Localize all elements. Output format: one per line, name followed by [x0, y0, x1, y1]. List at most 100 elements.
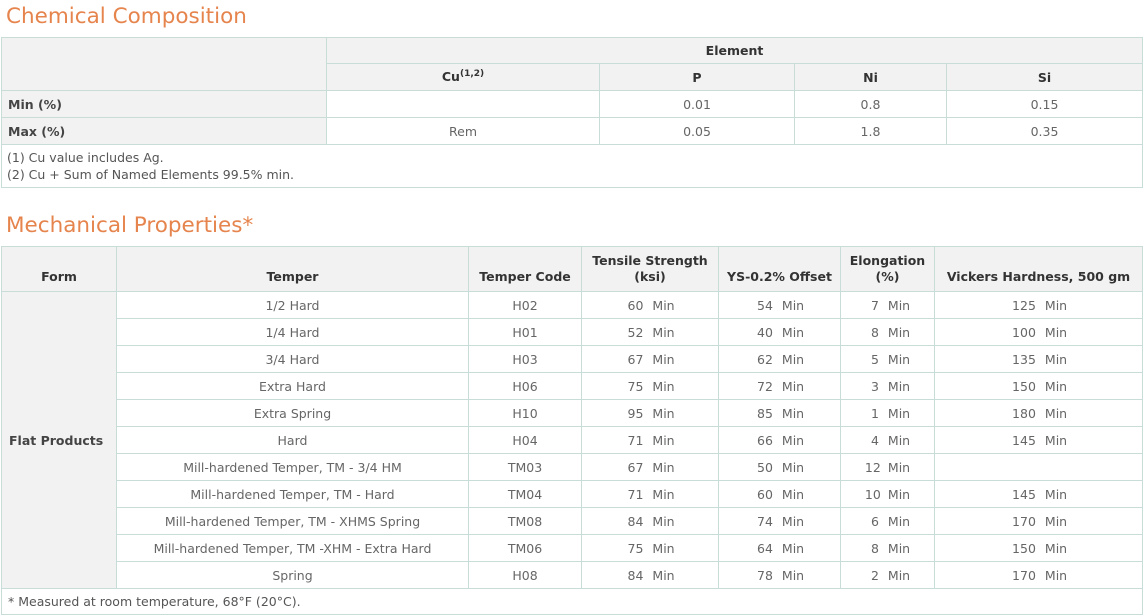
- min-label: Min: [781, 378, 805, 394]
- min-label: Min: [781, 432, 805, 448]
- col-header-elongation: Elongation (%): [840, 246, 935, 292]
- table-row: Extra Hard H06 75 Min 72 Min 3 Min 150 Min: [2, 372, 1143, 400]
- table-row: 3/4 Hard H03 67 Min 62 Min 5 Min 135 Min: [2, 345, 1143, 373]
- ys-cell: 74 Min: [718, 507, 841, 535]
- elongation-cell: 8 Min: [840, 318, 935, 346]
- min-label: Min: [652, 324, 675, 340]
- tensile-cell-value: 71: [627, 486, 644, 502]
- min-label: Min: [1044, 432, 1068, 448]
- chemical-composition-table: Element Cu(1,2) P Ni Si Min (%) 0.01 0.8…: [1, 37, 1143, 188]
- elongation-cell-value: 1: [870, 405, 879, 421]
- temper-cell: 1/4 Hard: [116, 318, 469, 346]
- cell-p: 0.01: [599, 90, 795, 118]
- elongation-cell-value: 12: [864, 459, 881, 475]
- temper-code-cell: H04: [468, 426, 582, 454]
- min-label: Min: [652, 297, 675, 313]
- min-label: Min: [652, 378, 675, 394]
- tensile-cell-value: 52: [627, 324, 644, 340]
- ys-cell: 62 Min: [718, 345, 841, 373]
- min-label: Min: [652, 405, 675, 421]
- hardness-cell: 150 Min: [934, 534, 1143, 562]
- hardness-cell: 145 Min: [934, 426, 1143, 454]
- min-label: Min: [652, 486, 675, 502]
- tensile-cell: 71 Min: [581, 480, 719, 508]
- temper-code-cell: TM03: [468, 453, 582, 481]
- elongation-cell-value: 8: [870, 324, 879, 340]
- min-label: Min: [1044, 297, 1068, 313]
- tensile-cell-value: 71: [627, 432, 644, 448]
- cell-si: 0.35: [946, 117, 1143, 145]
- hardness-cell: 180 Min: [934, 399, 1143, 427]
- row-label-max: Max (%): [1, 117, 327, 145]
- temper-cell: Mill-hardened Temper, TM - 3/4 HM: [116, 453, 469, 481]
- table-row: Max (%) Rem 0.05 1.8 0.35: [1, 117, 1143, 145]
- elongation-cell: 12 Min: [840, 453, 935, 481]
- col-header-temper-code: Temper Code: [468, 246, 582, 292]
- temper-cell: Mill-hardened Temper, TM - XHMS Spring: [116, 507, 469, 535]
- min-label: Min: [781, 540, 805, 556]
- min-label: Min: [781, 567, 805, 583]
- hardness-cell: 125 Min: [934, 291, 1143, 319]
- cell-si: 0.15: [946, 90, 1143, 118]
- ys-cell-value: 64: [757, 540, 773, 556]
- min-label: Min: [652, 513, 675, 529]
- hardness-cell: 150 Min: [934, 372, 1143, 400]
- col-header-tensile: Tensile Strength (ksi): [581, 246, 719, 292]
- note-2: (2) Cu + Sum of Named Elements 99.5% min…: [7, 167, 295, 182]
- hardness-cell: [934, 453, 1143, 481]
- temper-cell: Hard: [116, 426, 469, 454]
- col-header-hardness: Vickers Hardness, 500 gm: [934, 246, 1143, 292]
- elongation-cell: 2 Min: [840, 561, 935, 589]
- tensile-cell: 67 Min: [581, 453, 719, 481]
- elongation-cell-value: 3: [870, 378, 879, 394]
- min-label: Min: [1044, 540, 1068, 556]
- hardness-cell-value: 135: [1012, 351, 1036, 367]
- chem-corner-header: [1, 37, 327, 91]
- ys-cell: 60 Min: [718, 480, 841, 508]
- ys-cell-value: 74: [757, 513, 773, 529]
- ys-cell-value: 78: [757, 567, 773, 583]
- table-row: Mill-hardened Temper, TM - XHMS Spring TM…: [2, 507, 1143, 535]
- tensile-cell-value: 67: [627, 459, 644, 475]
- min-label: Min: [887, 540, 911, 556]
- ys-cell: 54 Min: [718, 291, 841, 319]
- tensile-cell: 84 Min: [581, 561, 719, 589]
- min-label: Min: [652, 351, 675, 367]
- elongation-cell: 8 Min: [840, 534, 935, 562]
- min-label: Min: [1044, 405, 1068, 421]
- elongation-cell: 4 Min: [840, 426, 935, 454]
- table-row: Flat Products 1/2 Hard H02 60 Min 54 Min 7 Min 12…: [1, 291, 1143, 589]
- col-header-ys: YS-0.2% Offset: [718, 246, 841, 292]
- elongation-cell-value: 2: [870, 567, 879, 583]
- temper-cell: Extra Hard: [116, 372, 469, 400]
- col-header-p: P: [599, 63, 795, 91]
- elongation-cell-value: 5: [870, 351, 879, 367]
- temper-code-cell: H02: [468, 291, 582, 319]
- min-label: Min: [887, 513, 911, 529]
- cell-cu: [326, 90, 600, 118]
- mech-footnote: * Measured at room temperature, 68°F (20…: [1, 588, 1143, 615]
- cell-ni: 1.8: [794, 117, 947, 145]
- tensile-cell-value: 75: [627, 540, 644, 556]
- min-label: Min: [781, 513, 805, 529]
- hardness-cell-value: 150: [1012, 378, 1036, 394]
- cell-cu: Rem: [326, 117, 600, 145]
- ys-cell: 85 Min: [718, 399, 841, 427]
- ys-cell-value: 72: [757, 378, 773, 394]
- ys-cell-value: 62: [757, 351, 773, 367]
- hardness-cell-value: 145: [1012, 432, 1036, 448]
- tensile-cell-value: 75: [627, 378, 644, 394]
- min-label: Min: [887, 297, 911, 313]
- table-row: Min (%) 0.01 0.8 0.15: [1, 90, 1143, 118]
- ys-cell-value: 66: [757, 432, 773, 448]
- ys-cell: 40 Min: [718, 318, 841, 346]
- tensile-cell: 60 Min: [581, 291, 719, 319]
- tensile-cell-value: 84: [627, 567, 644, 583]
- tensile-cell: 84 Min: [581, 507, 719, 535]
- temper-code-cell: H06: [468, 372, 582, 400]
- ys-cell: 66 Min: [718, 426, 841, 454]
- cell-p: 0.05: [599, 117, 795, 145]
- min-label: Min: [652, 459, 675, 475]
- min-label: Min: [887, 486, 911, 502]
- table-row: Mill-hardened Temper, TM - 3/4 HM TM03 67 M…: [2, 453, 1143, 481]
